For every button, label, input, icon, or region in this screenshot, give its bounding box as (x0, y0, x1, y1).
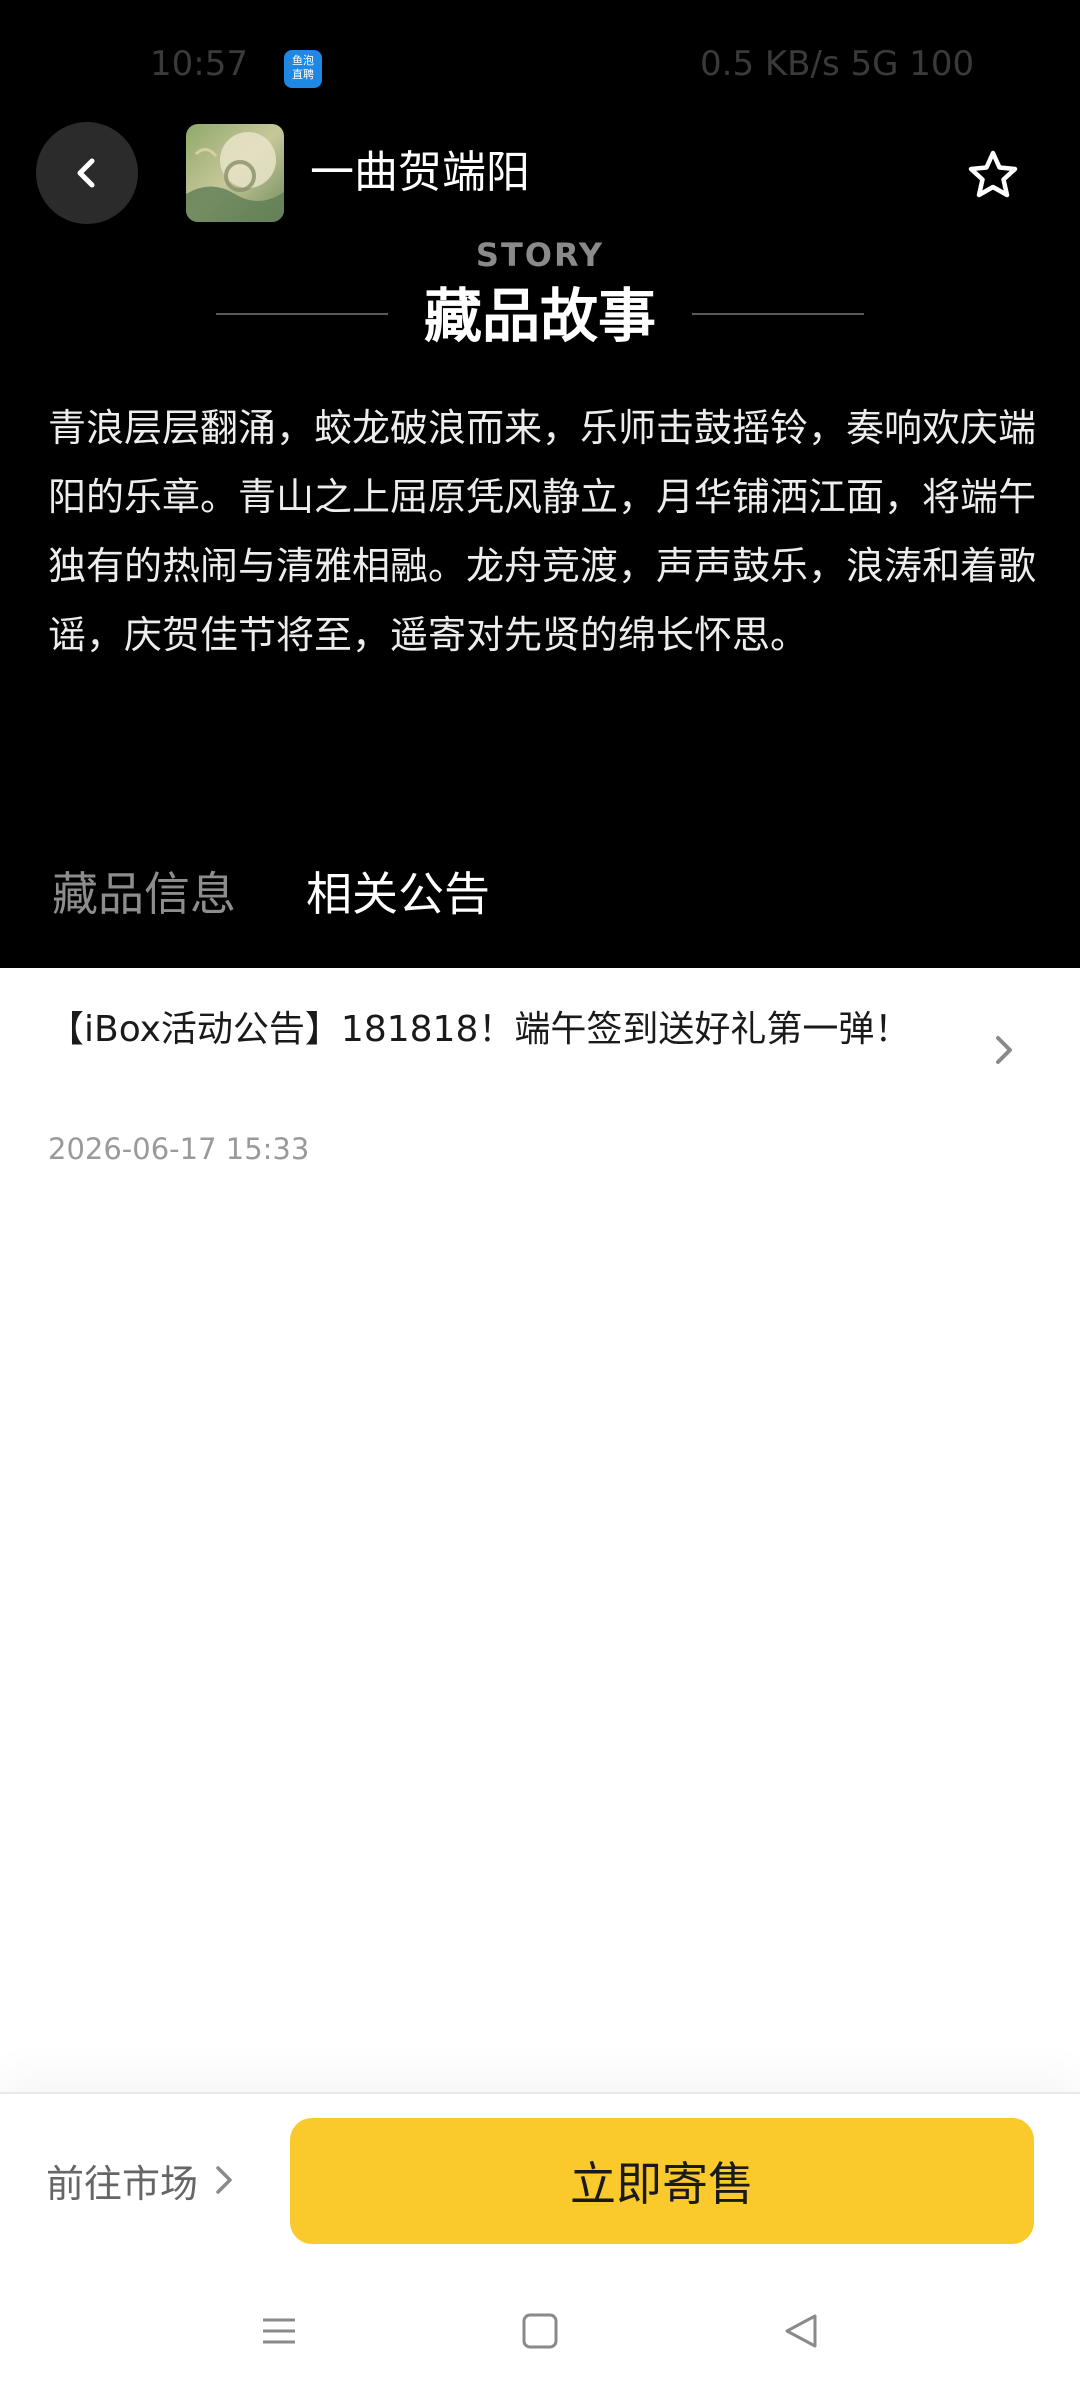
chevron-right-icon (216, 2166, 232, 2194)
status-time: 10:57 (150, 44, 248, 84)
tab-bar: 藏品信息 相关公告 (0, 862, 1080, 932)
favorite-button[interactable] (962, 144, 1024, 206)
header-dark-panel: 10:57 鱼泡 直聘 0.5 KB/s 5G 100 一曲贺端阳 STORY … (0, 0, 1080, 968)
page: 10:57 鱼泡 直聘 0.5 KB/s 5G 100 一曲贺端阳 STORY … (0, 0, 1080, 2400)
notice-title: 【iBox活动公告】181818！端午签到送好礼第一弹！ (48, 1009, 911, 1050)
story-title: 藏品故事 (423, 282, 656, 350)
story-eyebrow: STORY (475, 236, 605, 274)
back-triangle-icon[interactable] (776, 2306, 826, 2356)
status-bar: 10:57 鱼泡 直聘 0.5 KB/s 5G 100 (0, 0, 1080, 110)
chevron-left-icon (77, 158, 95, 188)
collection-thumbnail (186, 124, 284, 222)
system-navigation-bar (0, 2262, 1080, 2400)
app-notification-icon: 鱼泡 直聘 (284, 50, 322, 88)
go-to-market-label: 前往市场 (46, 2161, 199, 2206)
star-outline-icon (968, 150, 1018, 198)
bottom-action-bar: 前往市场 立即寄售 (0, 2092, 1080, 2260)
notice-date: 2026-06-17 15:33 (48, 1132, 310, 1166)
back-button[interactable] (36, 122, 138, 224)
story-body: 青浪层层翻涌，蛟龙破浪而来，乐师击鼓摇铃，奏响欢庆端阳的乐章。青山之上屈原凭风静… (48, 406, 1037, 657)
page-title: 一曲贺端阳 (310, 147, 530, 198)
tab-collection-info[interactable]: 藏品信息 (52, 862, 236, 926)
go-to-market-link[interactable]: 前往市场 (46, 2154, 236, 2206)
status-indicators: 0.5 KB/s 5G 100 (700, 44, 975, 84)
home-square-icon[interactable] (515, 2306, 565, 2356)
consign-now-button[interactable]: 立即寄售 (290, 2118, 1034, 2244)
chevron-right-icon (996, 1036, 1012, 1064)
tab-related-notices[interactable]: 相关公告 (306, 862, 490, 926)
list-item[interactable]: 【iBox活动公告】181818！端午签到送好礼第一弹！ 2026-06-17 … (0, 990, 1080, 1190)
menu-icon[interactable] (254, 2306, 304, 2356)
